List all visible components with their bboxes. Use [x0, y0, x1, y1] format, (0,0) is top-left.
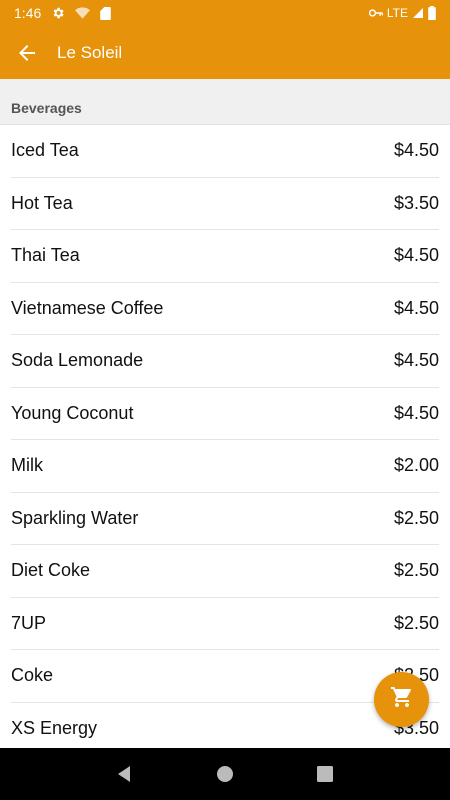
menu-item-iced-tea[interactable]: Iced Tea $4.50	[11, 125, 439, 178]
circle-home-icon	[217, 766, 233, 782]
menu-item-diet-coke[interactable]: Diet Coke $2.50	[11, 545, 439, 598]
item-price: $2.00	[393, 455, 439, 476]
item-name: Vietnamese Coffee	[11, 297, 164, 318]
arrow-back-icon[interactable]	[14, 40, 40, 66]
key-icon	[368, 8, 383, 18]
nav-home-button[interactable]	[205, 754, 245, 794]
item-name: Thai Tea	[11, 245, 80, 266]
app-bar: Le Soleil	[0, 26, 450, 79]
item-name: Coke	[11, 665, 54, 686]
item-price: $4.50	[393, 402, 439, 423]
menu-list: Iced Tea $4.50 Hot Tea $3.50 Thai Tea $4…	[0, 125, 450, 755]
item-name: Milk	[11, 455, 43, 476]
item-price: $4.50	[393, 140, 439, 161]
square-recents-icon	[317, 766, 333, 782]
menu-item-thai-tea[interactable]: Thai Tea $4.50	[11, 230, 439, 283]
cart-button[interactable]	[374, 672, 429, 727]
shopping-cart-icon	[390, 685, 414, 714]
item-name: Hot Tea	[11, 192, 73, 213]
section-title: Beverages	[11, 100, 82, 116]
item-name: Young Coconut	[11, 402, 134, 423]
system-nav-bar	[0, 748, 450, 800]
wifi-icon	[75, 7, 91, 19]
battery-icon	[428, 6, 436, 20]
item-name: 7UP	[11, 612, 47, 633]
item-price: $4.50	[393, 297, 439, 318]
page-title: Le Soleil	[57, 42, 123, 62]
status-bar: 1:46 LTE	[0, 0, 450, 26]
item-price: $4.50	[393, 350, 439, 371]
item-price: $4.50	[393, 245, 439, 266]
menu-item-milk[interactable]: Milk $2.00	[11, 440, 439, 493]
item-name: Iced Tea	[11, 140, 79, 161]
item-price: $3.50	[393, 192, 439, 213]
item-name: Soda Lemonade	[11, 350, 144, 371]
menu-item-7up[interactable]: 7UP $2.50	[11, 598, 439, 650]
menu-item-hot-tea[interactable]: Hot Tea $3.50	[11, 178, 439, 230]
item-name: Sparkling Water	[11, 507, 139, 528]
network-label: LTE	[386, 6, 408, 20]
nav-recents-button[interactable]	[305, 754, 345, 794]
item-name: XS Energy	[11, 717, 98, 738]
menu-item-young-coconut[interactable]: Young Coconut $4.50	[11, 388, 439, 440]
status-time: 1:46	[14, 5, 42, 21]
item-price: $2.50	[393, 560, 439, 581]
menu-item-vietnamese-coffee[interactable]: Vietnamese Coffee $4.50	[11, 283, 439, 335]
menu-item-sparkling-water[interactable]: Sparkling Water $2.50	[11, 493, 439, 545]
menu-item-soda-lemonade[interactable]: Soda Lemonade $4.50	[11, 335, 439, 388]
item-price: $2.50	[393, 612, 439, 633]
settings-icon	[51, 6, 65, 20]
sd-card-icon	[100, 6, 112, 20]
item-price: $2.50	[393, 507, 439, 528]
signal-icon	[412, 7, 424, 19]
triangle-back-icon	[118, 766, 130, 782]
item-name: Diet Coke	[11, 560, 91, 581]
nav-back-button[interactable]	[105, 754, 145, 794]
section-header: Beverages	[0, 79, 450, 125]
